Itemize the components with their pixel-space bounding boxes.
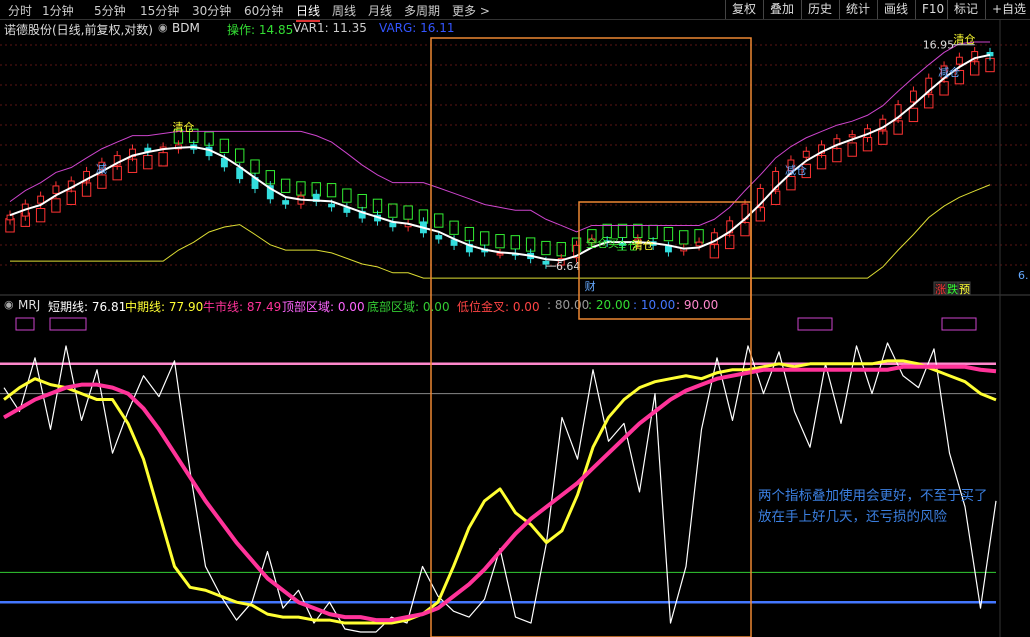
ribbon-bar xyxy=(66,190,76,205)
signal-label: 清仓 xyxy=(172,120,194,134)
ribbon-bar xyxy=(97,174,107,189)
ribbon-bar xyxy=(740,221,750,237)
ribbon-bar xyxy=(908,107,919,123)
signal-label: 清仓 xyxy=(632,238,654,252)
resistance-line xyxy=(9,41,990,233)
event-label: 财 xyxy=(585,279,596,293)
price-low-label: 6.64 xyxy=(556,260,581,273)
signal-label: 减仓 xyxy=(938,65,960,79)
ribbon-bar xyxy=(464,226,475,242)
ribbon-bar xyxy=(602,223,612,239)
candle-body xyxy=(848,134,856,138)
candle-body xyxy=(389,222,397,228)
annotation-text: 两个指标叠加使用会更好，不至于买了 放在手上好几天，还亏损的风险 xyxy=(758,486,1030,528)
ribbon-bar xyxy=(495,234,505,249)
candle-body xyxy=(37,195,45,204)
ribbon-bar xyxy=(326,183,337,198)
candle-body xyxy=(6,214,14,221)
chart-canvas: 16.956.64减清仓全仓买全仓清仓减仓减仓清仓财涨跌预6. xyxy=(0,20,1030,637)
ribbon-bar xyxy=(403,205,413,220)
candle-body xyxy=(328,203,336,208)
ribbon-bar xyxy=(679,230,689,245)
ribbon-bar xyxy=(939,81,949,96)
annotation-line: 放在手上好几天，还亏损的风险 xyxy=(758,509,947,525)
candle-body xyxy=(52,185,60,194)
candle-body xyxy=(909,90,917,103)
ribbon-bar xyxy=(250,159,260,174)
highlight-box-large xyxy=(430,37,752,637)
signal-label: 全仓买 xyxy=(586,236,619,250)
ribbon-bar xyxy=(143,154,153,170)
zone-marker xyxy=(797,317,833,331)
highlight-box-small xyxy=(578,201,752,320)
zone-marker xyxy=(15,317,35,331)
candle-body xyxy=(695,241,703,247)
ribbon-bar xyxy=(357,193,367,209)
ma-line xyxy=(9,53,991,262)
candle-body xyxy=(220,157,228,168)
signal-label: 减仓 xyxy=(785,163,807,177)
signal-label: 减 xyxy=(96,162,107,175)
ribbon-bar xyxy=(388,203,398,218)
ribbon-bar xyxy=(663,226,674,242)
ribbon-bar xyxy=(541,240,551,256)
candle-body xyxy=(664,245,672,253)
badge-text: 跌 xyxy=(947,282,958,296)
badge-text: 涨 xyxy=(935,283,946,296)
zone-marker xyxy=(941,317,977,331)
ribbon-bar xyxy=(234,148,245,163)
candle-body xyxy=(435,235,443,240)
ribbon-bar xyxy=(219,138,230,153)
candle-body xyxy=(496,253,504,256)
ribbon-bar xyxy=(479,231,490,246)
ribbon-bar xyxy=(648,224,658,240)
axis-tag: 6. xyxy=(1018,269,1029,282)
badge-text: 预 xyxy=(959,283,970,296)
candle-body xyxy=(542,260,550,265)
ribbon-bar xyxy=(35,208,46,223)
ribbon-bar xyxy=(617,223,628,239)
ribbon-bar xyxy=(342,188,352,203)
price-high-label: 16.95 xyxy=(923,39,955,52)
signal-label: 清仓 xyxy=(953,32,975,46)
candle-body xyxy=(282,200,290,205)
ribbon-bar xyxy=(832,147,842,163)
zone-marker xyxy=(49,317,87,331)
annotation-line: 两个指标叠加使用会更好，不至于买了 xyxy=(758,488,988,504)
candle-body xyxy=(802,150,810,158)
candle-body xyxy=(955,56,963,65)
support-line xyxy=(10,184,991,279)
ribbon-bar xyxy=(786,176,796,191)
ribbon-bar xyxy=(372,198,383,213)
ribbon-bar xyxy=(449,220,459,235)
ribbon-bar xyxy=(280,178,291,193)
ribbon-bar xyxy=(510,235,521,250)
ribbon-bar xyxy=(158,152,168,167)
